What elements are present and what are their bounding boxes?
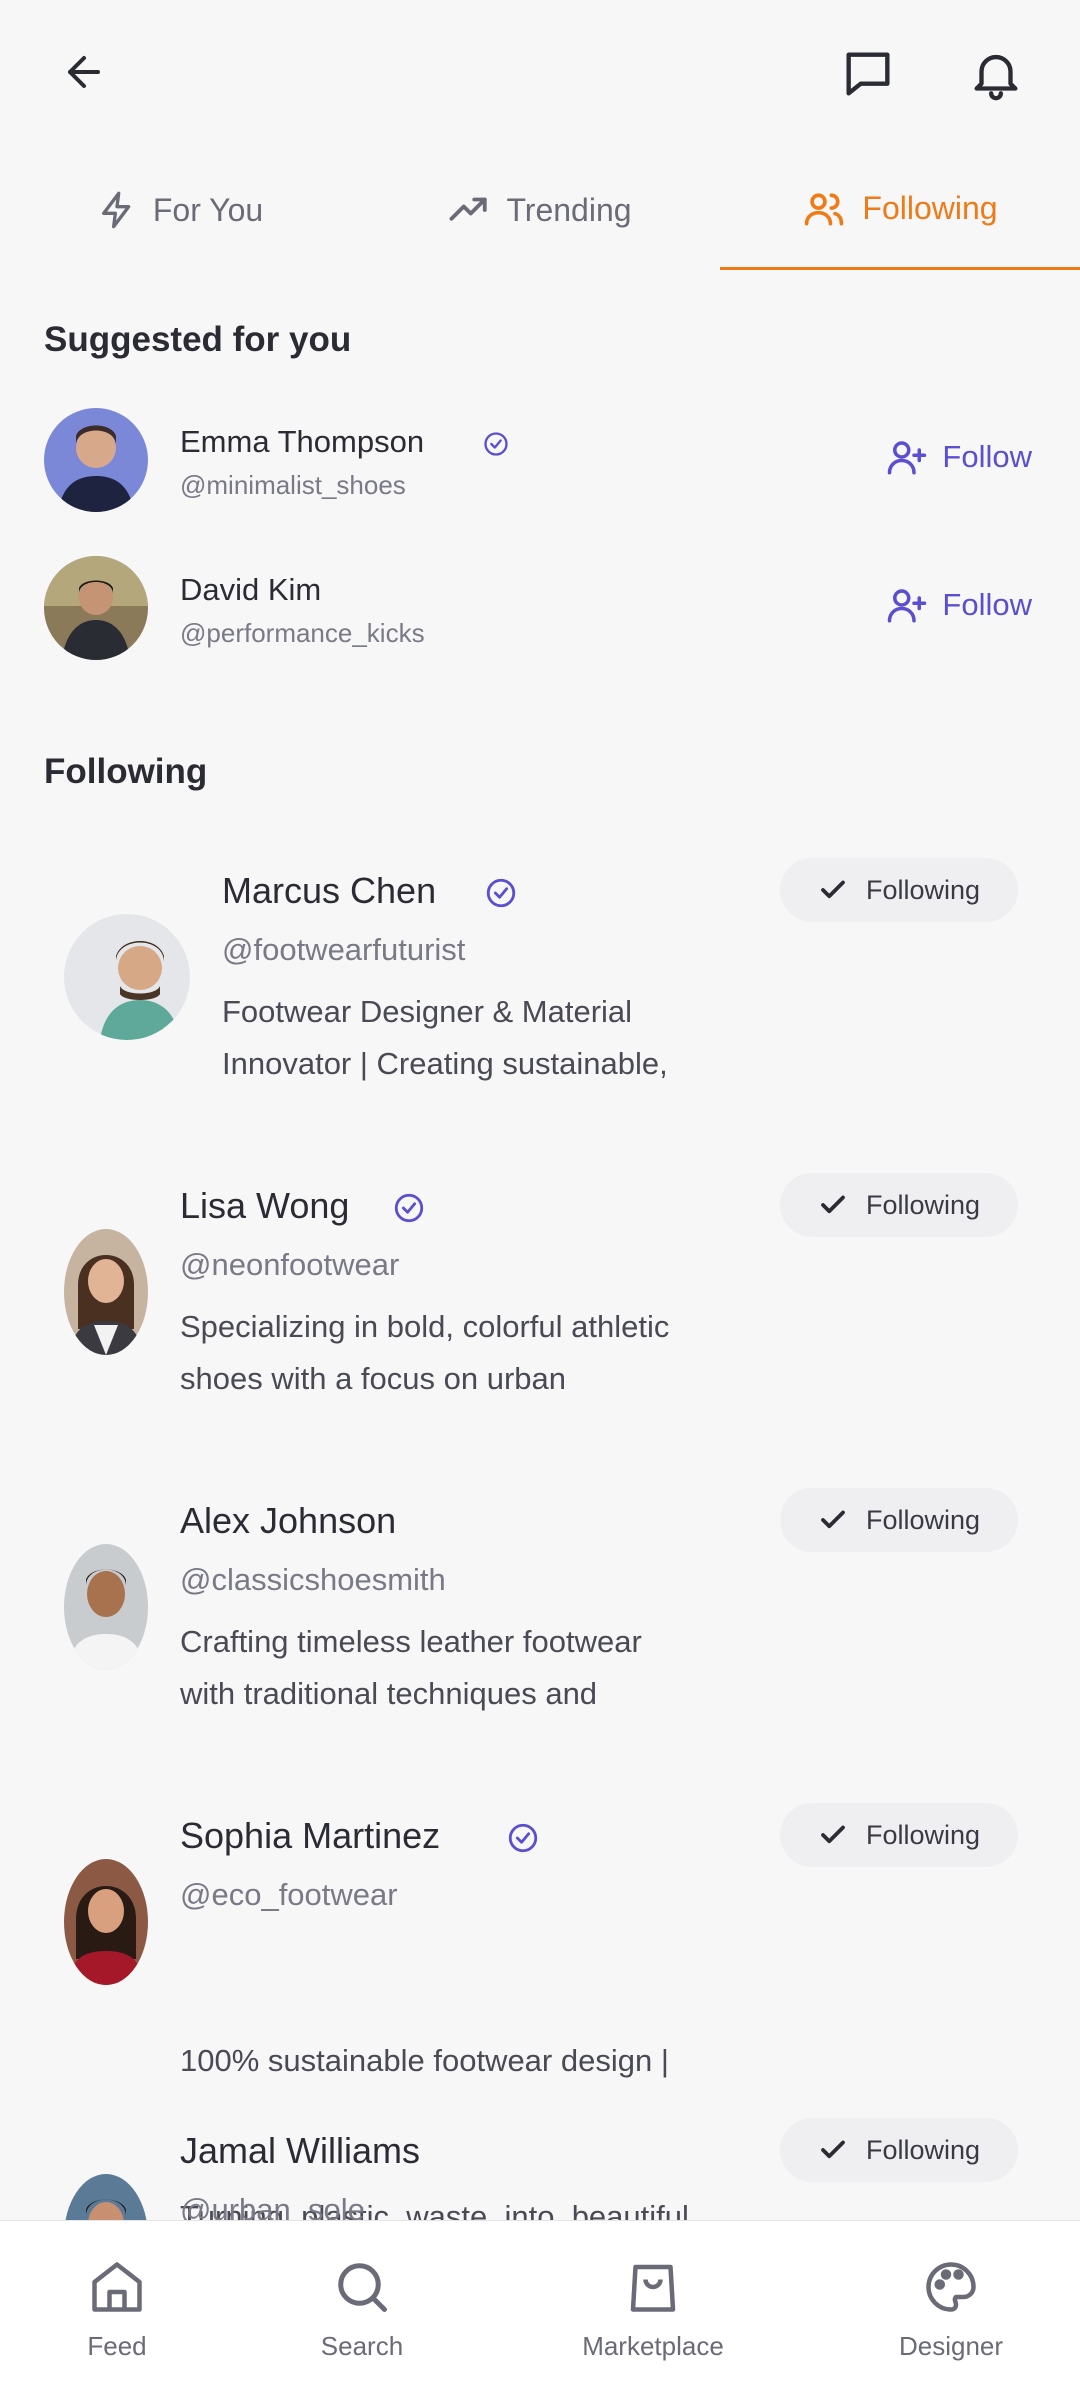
suggested-user[interactable]: David Kim @performance_kicks Follow	[0, 556, 1080, 676]
top-bar	[0, 0, 1080, 150]
following-label: Following	[865, 1189, 981, 1220]
user-name[interactable]: David Kim	[180, 572, 321, 608]
bell-icon	[974, 54, 1018, 101]
following-button[interactable]: Following	[780, 1803, 1018, 1867]
nav-label: Search	[320, 2331, 404, 2361]
user-handle: @neonfootwear	[180, 1247, 400, 1282]
trending-up-icon	[450, 197, 488, 221]
avatar[interactable]	[44, 556, 148, 660]
users-icon	[805, 192, 844, 225]
user-plus-icon	[888, 589, 927, 623]
verified-badge-icon	[392, 1191, 426, 1230]
verified-badge-icon	[484, 876, 518, 915]
following-label: Following	[865, 2134, 981, 2165]
nav-label: Feed	[87, 2331, 147, 2361]
arrow-left-icon	[68, 56, 100, 88]
check-icon	[821, 1195, 845, 1214]
follow-label: Follow	[942, 439, 1032, 474]
avatar[interactable]	[64, 1859, 148, 1985]
user-handle: @minimalist_shoes	[180, 470, 406, 500]
home-icon	[92, 2262, 142, 2312]
tab-label: Trending	[506, 191, 632, 228]
user-name[interactable]: Jamal Williams	[180, 2130, 420, 2172]
following-user-card[interactable]: Alex Johnson @classicshoesmith Crafting …	[0, 1488, 1080, 1800]
check-icon	[821, 1825, 845, 1844]
tab-trending[interactable]: Trending	[360, 150, 720, 270]
following-button[interactable]: Following	[780, 1173, 1018, 1237]
following-label: Following	[865, 1819, 981, 1850]
feed-tabs: For You Trending Following	[0, 150, 1080, 270]
avatar[interactable]	[64, 1229, 148, 1355]
suggested-user[interactable]: Emma Thompson @minimalist_shoes Follow	[0, 408, 1080, 528]
user-name[interactable]: Lisa Wong	[180, 1185, 349, 1227]
following-button[interactable]: Following	[780, 858, 1018, 922]
nav-marketplace[interactable]: Marketplace	[553, 2257, 753, 2362]
follow-button[interactable]: Follow	[886, 436, 1032, 478]
user-handle: @performance_kicks	[180, 618, 425, 648]
check-icon	[821, 880, 845, 899]
user-handle: @eco_footwear	[180, 1877, 398, 1912]
suggested-title: Suggested for you	[44, 320, 352, 359]
follow-button[interactable]: Follow	[886, 584, 1032, 626]
user-handle: @footwearfuturist	[222, 932, 466, 967]
verified-badge-icon	[506, 1821, 540, 1860]
user-name[interactable]: Alex Johnson	[180, 1500, 396, 1542]
chat-bubble-icon	[846, 52, 890, 96]
following-button[interactable]: Following	[780, 2118, 1018, 2182]
tab-label: For You	[152, 191, 264, 228]
user-bio: Crafting timeless leather footwear with …	[180, 1624, 642, 1711]
tab-for-you[interactable]: For You	[0, 150, 360, 270]
user-bio: Footwear Designer & Material Innovator |…	[222, 994, 668, 1081]
shopping-bag-icon	[630, 2264, 676, 2312]
following-user-card[interactable]: Sophia Martinez @eco_footwear 100% susta…	[0, 1803, 1080, 2234]
back-button[interactable]	[48, 36, 120, 108]
user-plus-icon	[888, 441, 927, 475]
check-icon	[821, 2140, 845, 2159]
nav-label: Designer	[898, 2331, 1004, 2361]
user-name[interactable]: Sophia Martinez	[180, 1815, 440, 1857]
nav-designer[interactable]: Designer	[881, 2257, 1021, 2362]
bottom-navigation: Feed Search Marketplace Designer	[0, 2220, 1080, 2400]
palette-icon	[926, 2262, 976, 2312]
tab-label: Following	[862, 190, 998, 226]
following-button[interactable]: Following	[780, 1488, 1018, 1552]
following-label: Following	[865, 874, 981, 905]
following-user-card[interactable]: Marcus Chen @footwearfuturist Footwear D…	[0, 858, 1080, 1170]
tab-following[interactable]: Following	[720, 150, 1080, 270]
nav-feed[interactable]: Feed	[57, 2257, 177, 2362]
follow-label: Follow	[942, 587, 1032, 622]
nav-search[interactable]: Search	[302, 2257, 422, 2362]
avatar[interactable]	[64, 914, 190, 1040]
nav-label: Marketplace	[582, 2331, 724, 2361]
user-bio: Specializing in bold, colorful athletic …	[180, 1309, 670, 1396]
check-icon	[821, 1510, 845, 1529]
avatar[interactable]	[64, 1544, 148, 1670]
avatar[interactable]	[44, 408, 148, 512]
following-user-card[interactable]: Lisa Wong @neonfootwear Specializing in …	[0, 1173, 1080, 1485]
user-name[interactable]: Marcus Chen	[222, 870, 436, 912]
notifications-button[interactable]	[960, 38, 1032, 110]
lightning-icon	[101, 191, 131, 229]
search-icon	[338, 2263, 387, 2312]
verified-badge-icon	[482, 430, 510, 463]
user-handle: @classicshoesmith	[180, 1562, 446, 1597]
following-title: Following	[44, 752, 208, 791]
following-label: Following	[865, 1504, 981, 1535]
user-name[interactable]: Emma Thompson	[180, 424, 424, 460]
messages-button[interactable]	[832, 38, 904, 110]
